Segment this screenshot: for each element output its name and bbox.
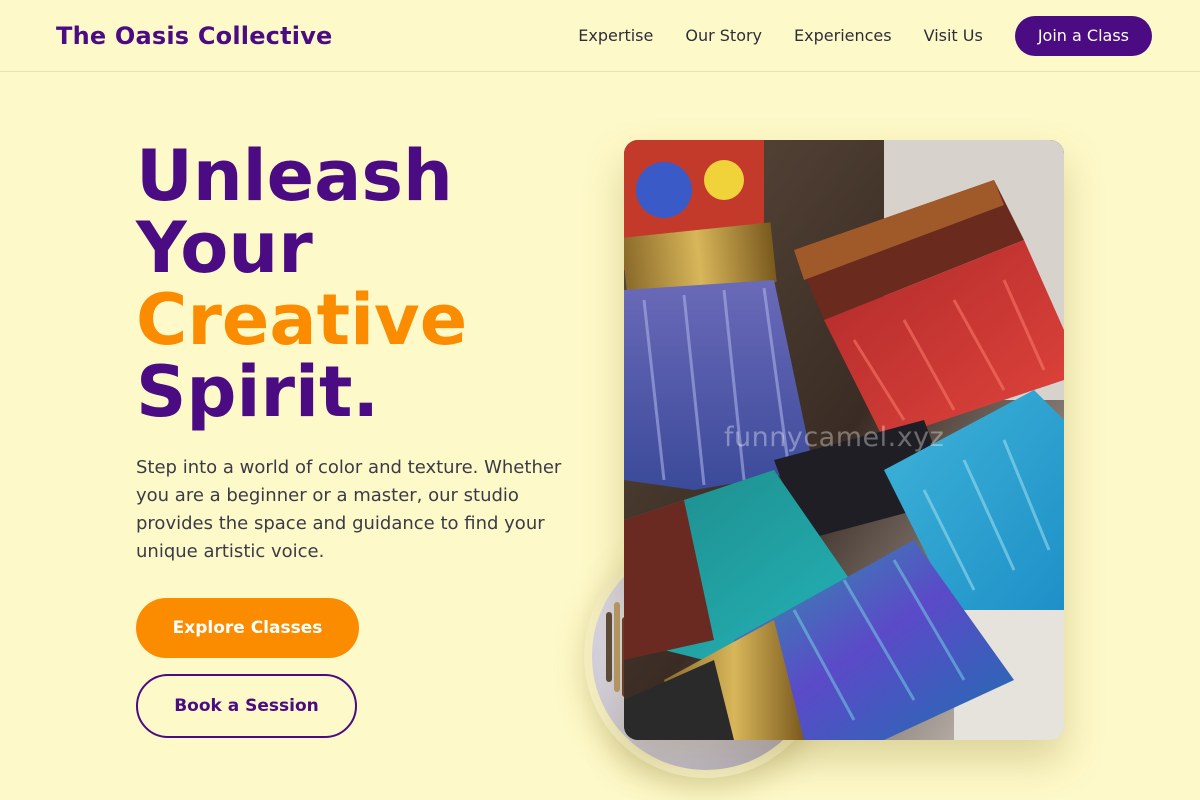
site-header: The Oasis Collective Expertise Our Story… — [0, 0, 1200, 72]
explore-classes-button[interactable]: Explore Classes — [136, 598, 359, 658]
book-session-button[interactable]: Book a Session — [136, 674, 357, 738]
nav-link-visit-us[interactable]: Visit Us — [924, 26, 983, 45]
headline-line-3-accent: Creative — [136, 279, 468, 361]
main-nav: Expertise Our Story Experiences Visit Us… — [578, 15, 1152, 56]
join-class-button[interactable]: Join a Class — [1014, 15, 1152, 56]
hero-description: Step into a world of color and texture. … — [136, 457, 562, 562]
headline-line-2: Your — [136, 207, 313, 289]
hero-headline: Unleash Your Creative Spirit. — [136, 140, 467, 428]
nav-link-our-story[interactable]: Our Story — [685, 26, 762, 45]
nav-link-expertise[interactable]: Expertise — [578, 26, 653, 45]
headline-line-4: Spirit. — [136, 351, 380, 433]
watermark-text: funnycamel.xyz — [724, 422, 945, 453]
nav-link-experiences[interactable]: Experiences — [794, 26, 892, 45]
headline-line-1: Unleash — [136, 135, 453, 217]
brand-logo[interactable]: The Oasis Collective — [56, 22, 333, 50]
